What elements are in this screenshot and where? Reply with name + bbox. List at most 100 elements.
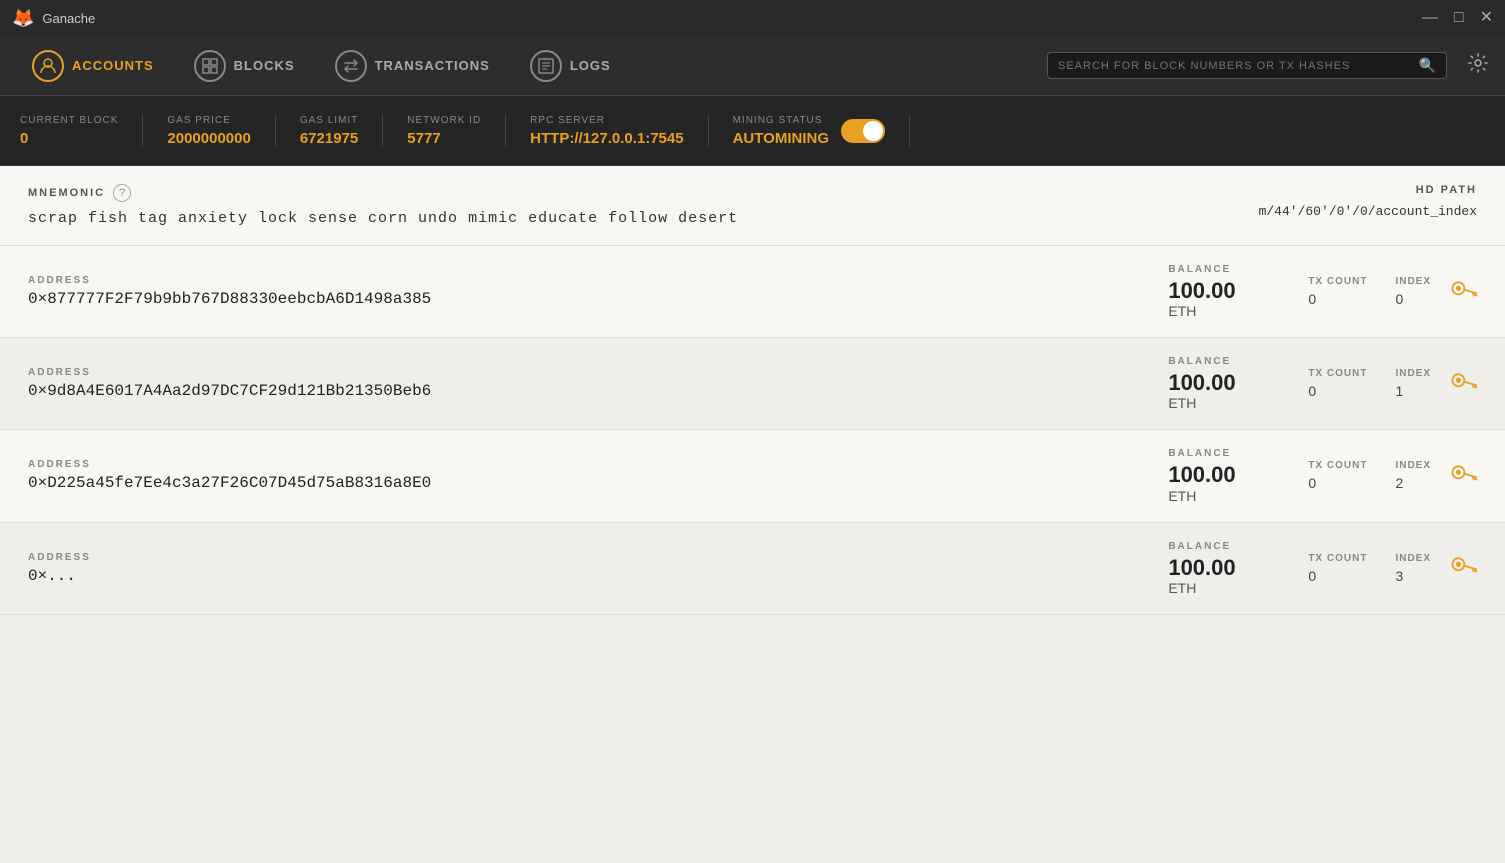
stat-current-block: CURRENT BLOCK 0 xyxy=(20,115,143,147)
maximize-button[interactable]: □ xyxy=(1454,10,1464,26)
stat-network-id: NETWORK ID 5777 xyxy=(383,115,506,147)
search-input[interactable] xyxy=(1058,60,1411,72)
mnemonic-help-button[interactable]: ? xyxy=(113,184,131,202)
mining-toggle[interactable] xyxy=(841,119,885,143)
balance-label-3: BALANCE xyxy=(1168,541,1288,552)
account-meta-2: TX COUNT 0 INDEX 2 xyxy=(1308,460,1431,491)
network-id-label: NETWORK ID xyxy=(407,115,481,126)
nav-accounts[interactable]: ACCOUNTS xyxy=(16,42,170,90)
account-balance-1: BALANCE 100.00 ETH xyxy=(1168,356,1288,411)
accounts-icon xyxy=(32,50,64,82)
key-icon-1[interactable] xyxy=(1445,363,1484,404)
account-address-2: 0×D225a45fe7Ee4c3a27F26C07D45d75aB8316a8… xyxy=(28,474,1148,492)
nav-transactions[interactable]: TRANSACTIONS xyxy=(319,42,506,90)
mnemonic-header: MNEMONIC ? xyxy=(28,184,1259,202)
index-2: INDEX 2 xyxy=(1395,460,1431,491)
account-address-0: 0×877777F2F79b9bb767D88330eebcbA6D1498a3… xyxy=(28,290,1148,308)
key-icon-2[interactable] xyxy=(1445,456,1484,497)
network-id-value: 5777 xyxy=(407,130,481,147)
tx-count-1: TX COUNT 0 xyxy=(1308,368,1367,399)
address-label-1: ADDRESS xyxy=(28,367,1148,378)
search-icon: 🔍 xyxy=(1419,57,1436,74)
account-row: ADDRESS 0×877777F2F79b9bb767D88330eebcbA… xyxy=(0,246,1505,338)
nav-logs[interactable]: LOGS xyxy=(514,42,627,90)
transactions-label: TRANSACTIONS xyxy=(375,58,490,73)
balance-label-1: BALANCE xyxy=(1168,356,1288,367)
blocks-label: BLOCKS xyxy=(234,58,295,73)
rpc-server-value: HTTP://127.0.0.1:7545 xyxy=(530,130,683,147)
stat-rpc-server: RPC SERVER HTTP://127.0.0.1:7545 xyxy=(506,115,708,147)
account-main-3: ADDRESS 0×... xyxy=(28,552,1148,585)
accounts-label: ACCOUNTS xyxy=(72,58,154,73)
account-meta-3: TX COUNT 0 INDEX 3 xyxy=(1308,553,1431,584)
mnemonic-value: scrap fish tag anxiety lock sense corn u… xyxy=(28,210,1259,227)
key-icon-0[interactable] xyxy=(1445,271,1484,312)
account-row: ADDRESS 0×... BALANCE 100.00 ETH TX COUN… xyxy=(0,523,1505,615)
account-row: ADDRESS 0×9d8A4E6017A4Aa2d97DC7CF29d121B… xyxy=(0,338,1505,430)
logs-label: LOGS xyxy=(570,58,611,73)
settings-button[interactable] xyxy=(1467,52,1489,80)
gas-price-value: 2000000000 xyxy=(167,130,250,147)
title-bar: 🦊 Ganache — □ ✕ xyxy=(0,0,1505,36)
title-bar-controls: — □ ✕ xyxy=(1422,10,1493,26)
hdpath-value: m/44'/60'/0'/0/account_index xyxy=(1259,204,1477,219)
hdpath-label: HD PATH xyxy=(1259,184,1477,196)
app-icon: 🦊 xyxy=(12,8,34,29)
index-3: INDEX 3 xyxy=(1395,553,1431,584)
help-icon: ? xyxy=(119,187,125,199)
mining-text: MINING STATUS AUTOMINING xyxy=(733,115,829,147)
rpc-server-label: RPC SERVER xyxy=(530,115,683,126)
account-balance-0: BALANCE 100.00 ETH xyxy=(1168,264,1288,319)
account-main-2: ADDRESS 0×D225a45fe7Ee4c3a27F26C07D45d75… xyxy=(28,459,1148,492)
gas-limit-label: GAS LIMIT xyxy=(300,115,358,126)
key-icon-3[interactable] xyxy=(1445,548,1484,589)
stats-bar: CURRENT BLOCK 0 GAS PRICE 2000000000 GAS… xyxy=(0,96,1505,166)
search-bar[interactable]: 🔍 xyxy=(1047,52,1447,79)
mining-status-value: AUTOMINING xyxy=(733,130,829,147)
stat-gas-price: GAS PRICE 2000000000 xyxy=(143,115,275,147)
mnemonic-section: MNEMONIC ? scrap fish tag anxiety lock s… xyxy=(0,166,1505,246)
account-main-1: ADDRESS 0×9d8A4E6017A4Aa2d97DC7CF29d121B… xyxy=(28,367,1148,400)
blocks-icon xyxy=(194,50,226,82)
balance-unit-3: ETH xyxy=(1168,580,1288,596)
balance-unit-0: ETH xyxy=(1168,303,1288,319)
balance-unit-1: ETH xyxy=(1168,395,1288,411)
mnemonic-right: HD PATH m/44'/60'/0'/0/account_index xyxy=(1259,184,1477,219)
mnemonic-left: MNEMONIC ? scrap fish tag anxiety lock s… xyxy=(28,184,1259,227)
balance-value-3: 100.00 xyxy=(1168,556,1288,580)
current-block-value: 0 xyxy=(20,130,118,147)
nav-bar: ACCOUNTS BLOCKS TRANSACTIONS xyxy=(0,36,1505,96)
tx-count-3: TX COUNT 0 xyxy=(1308,553,1367,584)
tx-count-2: TX COUNT 0 xyxy=(1308,460,1367,491)
balance-value-1: 100.00 xyxy=(1168,371,1288,395)
balance-label-0: BALANCE xyxy=(1168,264,1288,275)
account-address-3: 0×... xyxy=(28,567,1148,585)
account-row: ADDRESS 0×D225a45fe7Ee4c3a27F26C07D45d75… xyxy=(0,430,1505,522)
title-bar-left: 🦊 Ganache xyxy=(12,8,95,29)
stat-gas-limit: GAS LIMIT 6721975 xyxy=(276,115,383,147)
account-balance-2: BALANCE 100.00 ETH xyxy=(1168,448,1288,503)
accounts-list: ADDRESS 0×877777F2F79b9bb767D88330eebcbA… xyxy=(0,246,1505,615)
app-title: Ganache xyxy=(42,11,95,26)
index-1: INDEX 1 xyxy=(1395,368,1431,399)
logs-icon xyxy=(530,50,562,82)
account-main-0: ADDRESS 0×877777F2F79b9bb767D88330eebcbA… xyxy=(28,275,1148,308)
account-meta-0: TX COUNT 0 INDEX 0 xyxy=(1308,276,1431,307)
balance-label-2: BALANCE xyxy=(1168,448,1288,459)
transactions-icon xyxy=(335,50,367,82)
minimize-button[interactable]: — xyxy=(1422,10,1438,26)
gas-limit-value: 6721975 xyxy=(300,130,358,147)
mining-status-label: MINING STATUS xyxy=(733,115,829,126)
index-0: INDEX 0 xyxy=(1395,276,1431,307)
balance-value-2: 100.00 xyxy=(1168,463,1288,487)
mining-toggle-thumb xyxy=(863,121,883,141)
close-button[interactable]: ✕ xyxy=(1480,10,1493,26)
account-balance-3: BALANCE 100.00 ETH xyxy=(1168,541,1288,596)
balance-value-0: 100.00 xyxy=(1168,279,1288,303)
current-block-label: CURRENT BLOCK xyxy=(20,115,118,126)
gas-price-label: GAS PRICE xyxy=(167,115,250,126)
nav-blocks[interactable]: BLOCKS xyxy=(178,42,311,90)
stat-mining-status: MINING STATUS AUTOMINING xyxy=(709,115,910,147)
account-meta-1: TX COUNT 0 INDEX 1 xyxy=(1308,368,1431,399)
mnemonic-label: MNEMONIC xyxy=(28,187,105,199)
